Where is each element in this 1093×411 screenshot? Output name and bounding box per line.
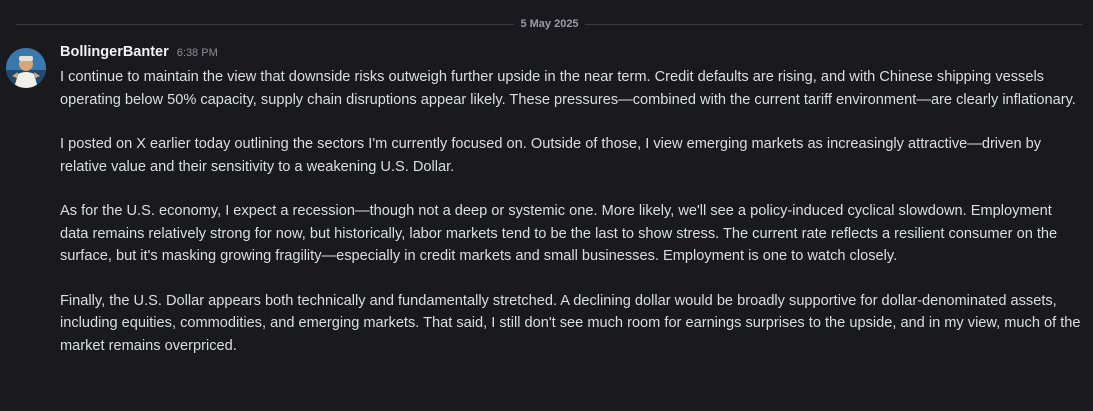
message-content: BollingerBanter 6:38 PM I continue to ma… [60,44,1081,379]
date-divider: 5 May 2025 [16,14,1084,34]
message-header: BollingerBanter 6:38 PM [60,44,1081,66]
message-paragraph-4: Finally, the U.S. Dollar appears both te… [60,292,1081,354]
username[interactable]: BollingerBanter [60,44,169,60]
divider-line-left [16,23,515,25]
message-body: I continue to maintain the view that dow… [60,66,1081,357]
chat-pane: 5 May 2025 BollingerBanter 6:38 PM I con… [0,0,1093,411]
message-timestamp[interactable]: 6:38 PM [177,47,218,59]
user-avatar-icon[interactable] [6,48,46,88]
divider-line-right [584,23,1084,25]
message-paragraph-1: I continue to maintain the view that dow… [60,69,1076,108]
message-paragraph-2: I posted on X earlier today outlining th… [60,136,1042,175]
message-paragraph-3: As for the U.S. economy, I expect a rece… [60,203,1058,264]
divider-date: 5 May 2025 [520,18,579,30]
avatar-graphic [6,48,46,88]
